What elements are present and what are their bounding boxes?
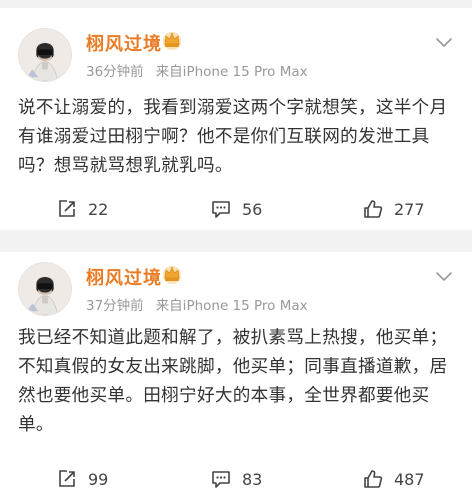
crown-badge-icon [163,32,181,50]
repost-button[interactable]: 22 [56,196,108,222]
post-actions: 22 56 277 [0,190,472,230]
comment-button[interactable]: 56 [210,196,262,222]
like-button[interactable]: 277 [362,196,425,222]
comment-count: 83 [242,469,263,489]
repost-icon [59,470,75,487]
like-icon [364,200,383,218]
post-meta: 37分钟前 来自iPhone 15 Pro Max [86,294,308,314]
like-icon [364,470,383,488]
like-count: 277 [394,199,425,219]
post-header: 栩风过境 37分钟前 来自iPhone 15 Pro Max [0,252,472,330]
weibo-feed: 栩风过境 36分钟前 来自iPhone 15 Pro Max 说不让溺爱的，我看到… [0,0,472,500]
repost-count: 99 [88,469,109,489]
post-card[interactable]: 栩风过境 36分钟前 来自iPhone 15 Pro Max 说不让溺爱的，我看到… [0,8,472,230]
repost-button[interactable]: 99 [56,466,108,492]
author-name[interactable]: 栩风过境 [86,30,162,56]
comment-icon [212,201,230,218]
author-name[interactable]: 栩风过境 [86,264,162,290]
post-text[interactable]: 说不让溺爱的，我看到溺爱这两个字就想笑，这半个月有谁溺爱过田栩宁啊？他不是你们互… [18,94,454,181]
like-button[interactable]: 487 [362,466,425,492]
repost-icon [59,200,75,217]
post-text[interactable]: 我已经不知道此题和解了，被扒素骂上热搜，他买单；不知真假的女友出来跳脚，他买单；… [18,324,454,440]
chevron-down-icon[interactable] [434,266,454,286]
comment-button[interactable]: 83 [210,466,262,492]
like-count: 487 [394,469,425,489]
post-time: 36分钟前 [86,64,144,80]
post-card[interactable]: 栩风过境 37分钟前 来自iPhone 15 Pro Max 我已经不知道此题和解… [0,252,472,500]
repost-count: 22 [88,199,109,219]
post-header: 栩风过境 36分钟前 来自iPhone 15 Pro Max [0,8,472,86]
post-meta: 36分钟前 来自iPhone 15 Pro Max [86,60,308,80]
avatar-image [19,29,71,81]
avatar[interactable] [18,262,72,316]
comment-icon [212,471,230,488]
post-time: 37分钟前 [86,298,144,314]
post-source: 来自iPhone 15 Pro Max [155,298,308,314]
post-actions: 99 83 487 [0,460,472,500]
comment-count: 56 [242,199,263,219]
chevron-down-icon[interactable] [434,32,454,52]
avatar-image [19,263,71,315]
avatar[interactable] [18,28,72,82]
post-source: 来自iPhone 15 Pro Max [155,64,308,80]
crown-badge-icon [163,266,181,284]
